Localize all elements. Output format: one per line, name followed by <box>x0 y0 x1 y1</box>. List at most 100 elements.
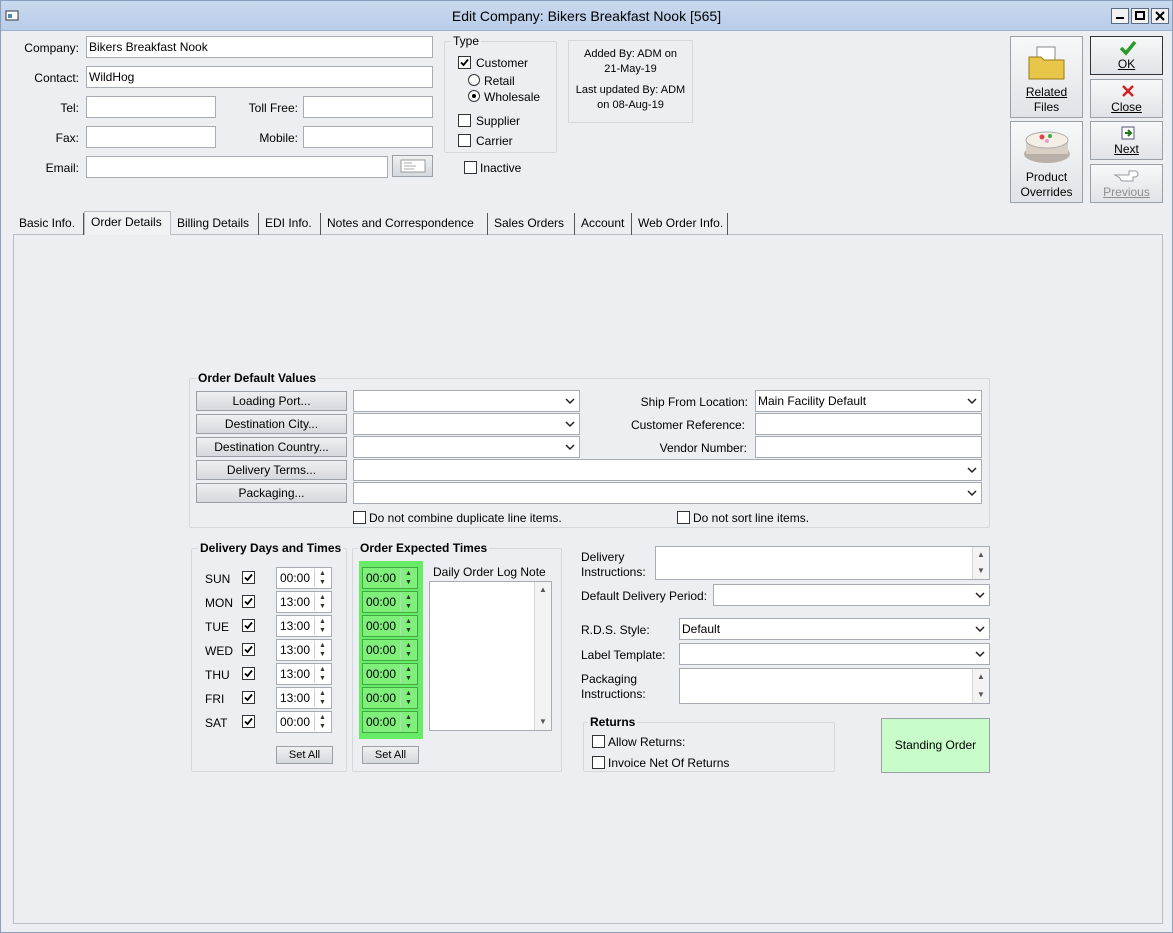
scroll-up-icon[interactable]: ▲ <box>973 669 989 685</box>
day-time-spinner[interactable]: 00:00 ▲ ▼ <box>276 711 332 733</box>
tab-sales-orders[interactable]: Sales Orders <box>488 213 575 235</box>
day-time-spinner[interactable]: 00:00 ▲ ▼ <box>276 567 332 589</box>
day-time-spinner[interactable]: 13:00 ▲ ▼ <box>276 687 332 709</box>
scroll-down-icon[interactable]: ▼ <box>973 687 989 703</box>
spin-up-icon[interactable]: ▲ <box>315 713 330 722</box>
daily-log-note-textarea[interactable]: ▲ ▼ <box>429 581 552 731</box>
spin-up-icon[interactable]: ▲ <box>401 641 416 650</box>
spin-down-icon[interactable]: ▼ <box>315 602 330 611</box>
rds-style-select[interactable]: Default <box>679 618 990 640</box>
expected-time-spinner[interactable]: 00:00 ▲ ▼ <box>362 615 418 637</box>
tel-input[interactable] <box>86 96 216 118</box>
packaging-button[interactable]: Packaging... <box>196 483 347 503</box>
expected-set-all-button[interactable]: Set All <box>362 746 419 764</box>
spin-up-icon[interactable]: ▲ <box>315 593 330 602</box>
spin-down-icon[interactable]: ▼ <box>315 578 330 587</box>
spin-down-icon[interactable]: ▼ <box>315 722 330 731</box>
spin-down-icon[interactable]: ▼ <box>315 650 330 659</box>
customer-reference-input[interactable] <box>755 413 982 435</box>
spin-down-icon[interactable]: ▼ <box>315 698 330 707</box>
label-template-select[interactable] <box>679 643 990 665</box>
day-time-spinner[interactable]: 13:00 ▲ ▼ <box>276 663 332 685</box>
spin-up-icon[interactable]: ▲ <box>401 593 416 602</box>
maximize-button[interactable] <box>1131 8 1149 24</box>
destination-country-button[interactable]: Destination Country... <box>196 437 347 457</box>
standing-order-button[interactable]: Standing Order <box>881 718 990 773</box>
retail-radio[interactable] <box>468 74 480 86</box>
wholesale-radio[interactable] <box>468 90 480 102</box>
spin-down-icon[interactable]: ▼ <box>315 626 330 635</box>
spin-up-icon[interactable]: ▲ <box>401 569 416 578</box>
spin-up-icon[interactable]: ▲ <box>315 617 330 626</box>
day-time-spinner[interactable]: 13:00 ▲ ▼ <box>276 615 332 637</box>
day-checkbox[interactable] <box>242 643 255 656</box>
spin-down-icon[interactable]: ▼ <box>401 698 416 707</box>
loading-port-button[interactable]: Loading Port... <box>196 391 347 411</box>
packaging-select[interactable] <box>353 482 982 504</box>
email-compose-button[interactable] <box>392 155 433 177</box>
tab-edi-info[interactable]: EDI Info. <box>259 213 321 235</box>
vendor-number-input[interactable] <box>755 436 982 458</box>
invoice-net-checkbox[interactable] <box>592 756 605 769</box>
day-checkbox[interactable] <box>242 691 255 704</box>
customer-checkbox[interactable] <box>458 56 471 69</box>
company-input[interactable]: Bikers Breakfast Nook <box>86 36 433 58</box>
no-combine-checkbox[interactable] <box>353 511 366 524</box>
spin-down-icon[interactable]: ▼ <box>401 602 416 611</box>
tab-billing-details[interactable]: Billing Details <box>171 213 259 235</box>
destination-country-select[interactable] <box>353 436 580 458</box>
spin-up-icon[interactable]: ▲ <box>315 665 330 674</box>
expected-time-spinner[interactable]: 00:00 ▲ ▼ <box>362 639 418 661</box>
mobile-input[interactable] <box>303 126 433 148</box>
log-note-scrollbar[interactable]: ▲ ▼ <box>534 582 551 730</box>
day-checkbox[interactable] <box>242 715 255 728</box>
allow-returns-checkbox[interactable] <box>592 735 605 748</box>
spin-down-icon[interactable]: ▼ <box>401 674 416 683</box>
spin-down-icon[interactable]: ▼ <box>315 674 330 683</box>
default-delivery-period-select[interactable] <box>713 584 990 606</box>
destination-city-button[interactable]: Destination City... <box>196 414 347 434</box>
minimize-button[interactable] <box>1111 8 1129 24</box>
spin-up-icon[interactable]: ▲ <box>315 641 330 650</box>
expected-time-spinner[interactable]: 00:00 ▲ ▼ <box>362 591 418 613</box>
loading-port-select[interactable] <box>353 390 580 412</box>
tab-web-order-info[interactable]: Web Order Info. <box>632 213 728 235</box>
day-checkbox[interactable] <box>242 595 255 608</box>
spin-down-icon[interactable]: ▼ <box>401 650 416 659</box>
previous-button[interactable]: Previous <box>1090 164 1163 203</box>
scroll-up-icon[interactable]: ▲ <box>973 547 989 563</box>
spin-up-icon[interactable]: ▲ <box>401 665 416 674</box>
destination-city-select[interactable] <box>353 413 580 435</box>
day-time-spinner[interactable]: 13:00 ▲ ▼ <box>276 591 332 613</box>
tollfree-input[interactable] <box>303 96 433 118</box>
next-button[interactable]: Next <box>1090 121 1163 160</box>
related-files-button[interactable]: Related Files <box>1010 36 1083 118</box>
close-window-button[interactable] <box>1151 8 1169 24</box>
close-button[interactable]: Close <box>1090 79 1163 118</box>
spin-up-icon[interactable]: ▲ <box>401 617 416 626</box>
tab-basic-info[interactable]: Basic Info. <box>13 213 84 235</box>
spin-down-icon[interactable]: ▼ <box>401 578 416 587</box>
spin-up-icon[interactable]: ▲ <box>401 689 416 698</box>
scroll-up-icon[interactable]: ▲ <box>535 582 551 598</box>
tab-notes-correspondence[interactable]: Notes and Correspondence <box>321 213 488 235</box>
spin-up-icon[interactable]: ▲ <box>401 713 416 722</box>
ok-button[interactable]: OK <box>1090 36 1163 75</box>
spin-up-icon[interactable]: ▲ <box>315 689 330 698</box>
packaging-instructions-textarea[interactable]: ▲ ▼ <box>679 668 990 704</box>
spin-down-icon[interactable]: ▼ <box>401 626 416 635</box>
supplier-checkbox[interactable] <box>458 114 471 127</box>
spin-up-icon[interactable]: ▲ <box>315 569 330 578</box>
tab-order-details[interactable]: Order Details <box>84 211 171 235</box>
contact-input[interactable]: WildHog <box>86 66 433 88</box>
day-time-spinner[interactable]: 13:00 ▲ ▼ <box>276 639 332 661</box>
fax-input[interactable] <box>86 126 216 148</box>
expected-time-spinner[interactable]: 00:00 ▲ ▼ <box>362 711 418 733</box>
delivery-terms-button[interactable]: Delivery Terms... <box>196 460 347 480</box>
delivery-terms-select[interactable] <box>353 459 982 481</box>
email-input[interactable] <box>86 156 388 178</box>
packaging-instructions-scrollbar[interactable]: ▲ ▼ <box>972 669 989 703</box>
expected-time-spinner[interactable]: 00:00 ▲ ▼ <box>362 567 418 589</box>
product-overrides-button[interactable]: Product Overrides <box>1010 121 1083 203</box>
tab-account[interactable]: Account <box>575 213 632 235</box>
